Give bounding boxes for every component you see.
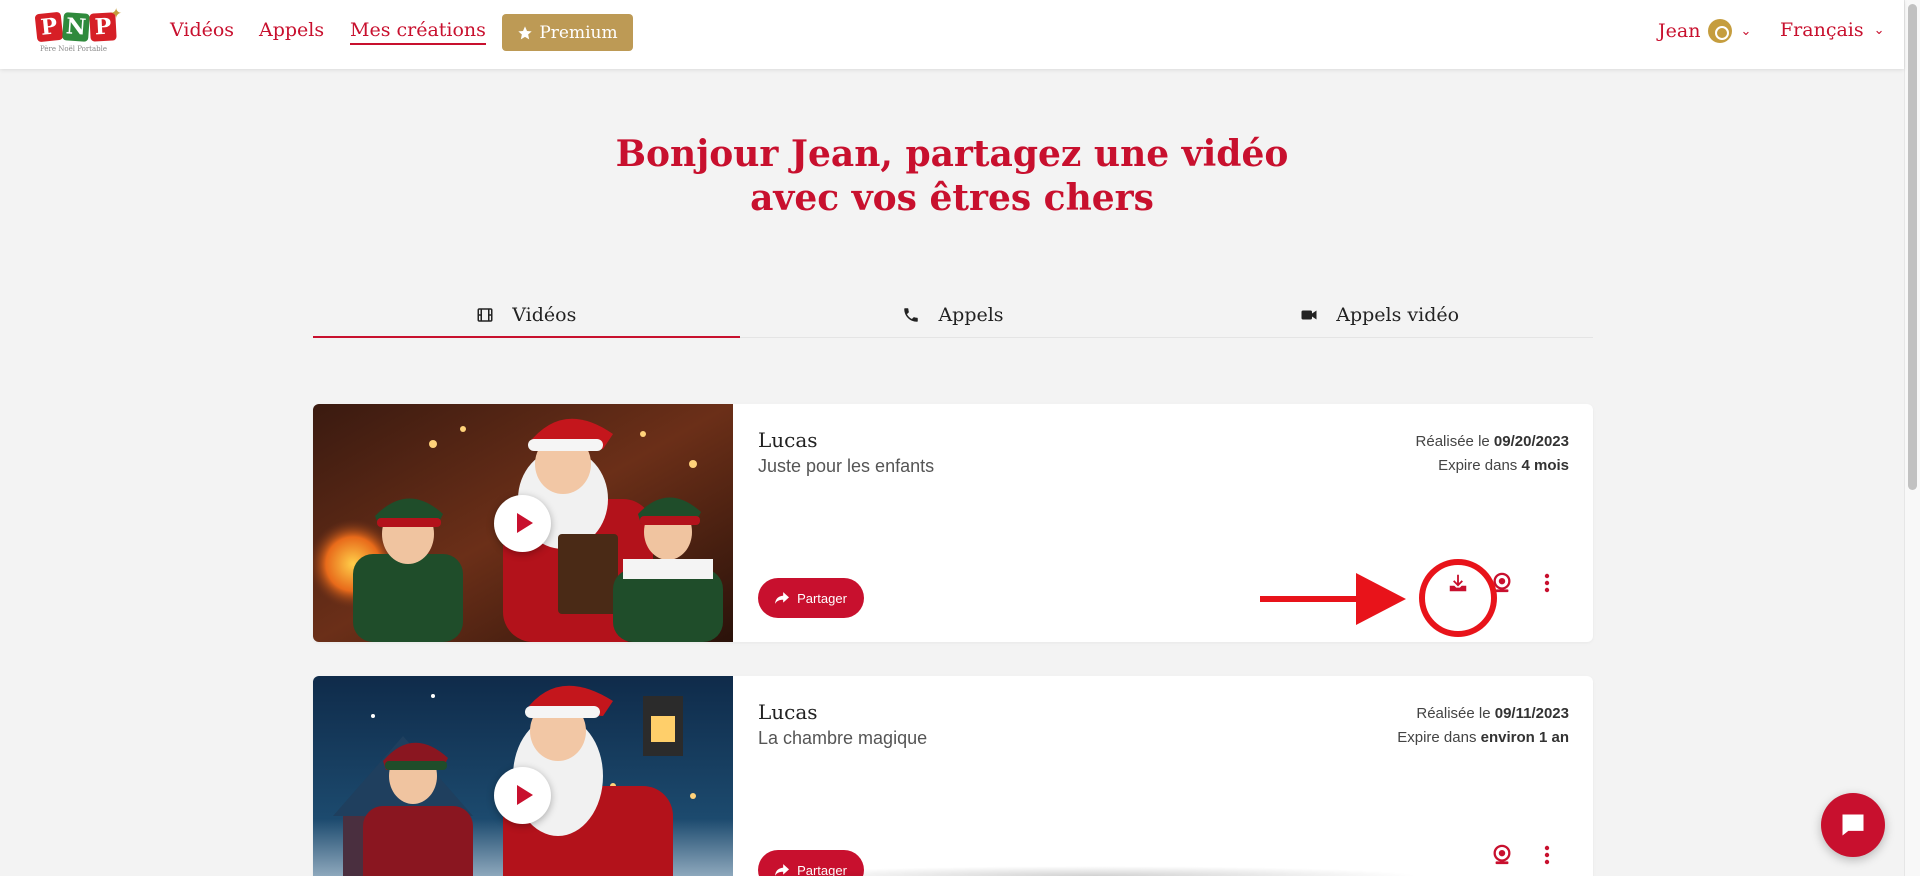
made-prefix: Réalisée le [1415,433,1494,450]
phone-icon [904,307,919,322]
video-camera-icon [1301,310,1317,319]
recipient-name: Lucas [758,700,818,724]
tab-label: Appels vidéo [1336,303,1460,326]
dots-glyph [1544,845,1550,865]
made-date: 09/20/2023 [1493,433,1569,450]
chevron-down-icon: ⌄ [1740,23,1752,39]
nav-link-appels[interactable]: Appels [259,19,324,41]
annotation-arrow-head [1356,573,1406,625]
scrollbar[interactable] [1904,0,1920,876]
language-selector[interactable]: Français ⌄ [1780,19,1885,41]
video-thumbnail[interactable] [313,404,733,642]
expiry-line: Expire dans 4 mois [1416,454,1569,478]
premium-label: Premium [539,22,618,43]
tab-appels-video[interactable]: Appels vidéo [1166,292,1593,337]
play-button[interactable] [494,767,551,824]
made-date-line: Réalisée le 09/20/2023 [1416,430,1569,454]
star-icon: ✦ [110,5,122,21]
dots-glyph [1544,573,1550,593]
film-icon [477,307,493,322]
video-title: Juste pour les enfants [758,456,935,476]
expires-value: 4 mois [1521,457,1569,474]
nav-link-mes-creations[interactable]: Mes créations [350,19,486,45]
annotation-highlight-ring [1419,559,1497,637]
chat-button[interactable] [1821,793,1885,857]
video-thumbnail[interactable] [313,676,733,876]
bottom-overlay-shadow [770,866,1420,876]
avatar [1708,19,1733,43]
webcam-icon[interactable] [1488,841,1516,869]
creation-meta: Réalisée le 09/11/2023 Expire dans envir… [1397,702,1569,750]
tab-label: Appels [938,303,1004,326]
page-title-line: Bonjour Jean, partagez une vidéo [615,133,1289,175]
tab-appels[interactable]: Appels [740,292,1167,337]
share-button[interactable]: Partager [758,578,864,618]
pnp-logo[interactable]: P N P ✦ Père Noël Portable [34,5,122,55]
page-title: Bonjour Jean, partagez une vidéo avec vo… [0,132,1904,220]
logo-letter: N [62,12,90,42]
premium-button[interactable]: Premium [502,14,633,51]
expires-value: environ 1 an [1480,729,1569,746]
star-icon [518,25,533,39]
nav-link-videos[interactable]: Vidéos [170,19,234,41]
share-arrow-icon [775,592,790,604]
webcam-glyph [1493,844,1511,865]
play-button[interactable] [494,495,551,552]
logo-letter: P [34,11,64,43]
tab-videos[interactable]: Vidéos [313,292,740,338]
video-title: La chambre magique [758,728,928,748]
scrollbar-thumb[interactable] [1908,4,1917,490]
expires-prefix: Expire dans [1397,729,1481,746]
made-date: 09/11/2023 [1494,705,1569,722]
expires-prefix: Expire dans [1438,457,1522,474]
tab-label: Vidéos [512,303,577,326]
expiry-line: Expire dans environ 1 an [1397,726,1569,750]
more-options-icon[interactable] [1533,569,1561,597]
language-label: Français [1780,19,1864,41]
more-options-icon[interactable] [1533,841,1561,869]
user-menu[interactable]: Jean ⌄ [1658,19,1751,43]
creation-meta: Réalisée le 09/20/2023 Expire dans 4 moi… [1416,430,1569,478]
logo-tagline: Père Noël Portable [40,45,108,53]
creation-card: Lucas La chambre magique Réalisée le 09/… [313,676,1593,876]
share-label: Partager [797,590,847,606]
made-date-line: Réalisée le 09/11/2023 [1397,702,1569,726]
top-navbar: P N P ✦ Père Noël Portable Vidéos Appels… [0,0,1904,69]
made-prefix: Réalisée le [1416,705,1495,722]
chat-bubble-icon [1842,814,1864,836]
page-title-line: avec vos êtres chers [750,177,1154,219]
annotation-arrow [1260,596,1364,602]
user-name: Jean [1658,20,1701,42]
chevron-down-icon: ⌄ [1873,22,1885,38]
creation-tabs: Vidéos Appels Appels vidéo [313,292,1593,338]
recipient-name: Lucas [758,428,818,452]
